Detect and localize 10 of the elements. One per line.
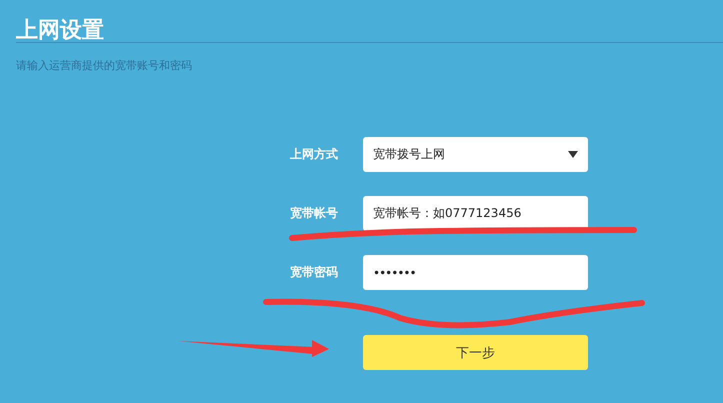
connection-type-select[interactable]: 宽带拨号上网 xyxy=(363,137,588,172)
caret-icon xyxy=(568,151,578,158)
field-label: 宽带帐号 xyxy=(290,205,339,222)
instruction-text: 请输入运营商提供的宽带账号和密码 xyxy=(16,58,193,73)
next-button[interactable]: 下一步 xyxy=(363,335,588,370)
field-label: 宽带密码 xyxy=(290,264,339,281)
field-label: 上网方式 xyxy=(290,146,339,163)
account-field[interactable]: 宽带帐号：如0777123456 xyxy=(363,196,588,231)
password-field[interactable]: ••••••• xyxy=(363,255,588,290)
page-title: 上网设置 xyxy=(16,0,723,43)
